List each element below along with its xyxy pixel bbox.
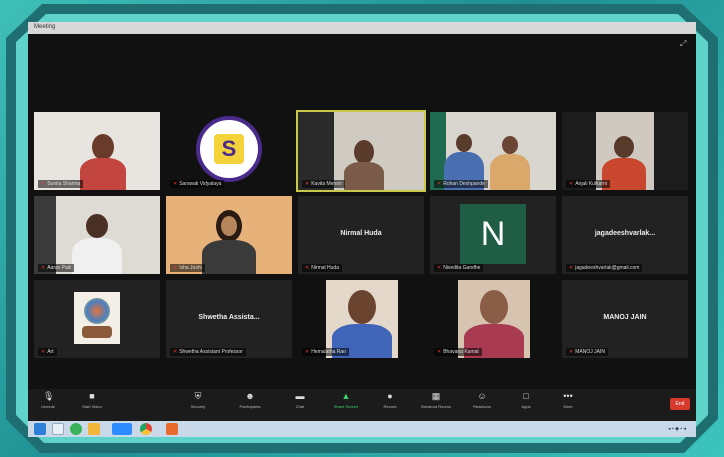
- participant-name: ✕ Hemalatha Rao: [302, 348, 349, 356]
- grid-icon: ▦: [431, 391, 441, 401]
- participants-icon: ☻: [245, 391, 255, 401]
- breakout-rooms-button[interactable]: ▦ Breakout Rooms: [416, 391, 456, 410]
- search-icon[interactable]: [52, 423, 64, 435]
- mic-muted-icon: ✕: [173, 265, 178, 271]
- participant-name: ✕ Anjali Kulkarni: [566, 180, 610, 188]
- mic-muted-icon: ✕: [305, 265, 310, 271]
- mic-muted-icon: ✕: [305, 349, 310, 355]
- system-tray[interactable]: ◂ ▪ ◆ ▪ ◂: [668, 426, 686, 432]
- participant-name: ✕ Nirmal Huda: [302, 264, 342, 272]
- participant-tile[interactable]: N ✕ Nivedita Gandhe: [430, 196, 556, 274]
- mic-muted-icon: ✕: [569, 265, 574, 271]
- office-app-icon[interactable]: [166, 423, 178, 435]
- participant-tile[interactable]: ✕ Aarav Patil: [34, 196, 160, 274]
- mic-icon: 🎙: [43, 391, 55, 401]
- share-icon: ▲: [341, 391, 351, 401]
- participant-name: ✕ Isha Joshi: [170, 264, 205, 272]
- end-meeting-button[interactable]: End: [670, 398, 690, 410]
- mic-muted-icon: ✕: [173, 349, 178, 355]
- letter-avatar: N: [460, 204, 526, 264]
- mic-muted-icon: ✕: [41, 265, 46, 271]
- participant-name: ✕ jagadeeshvarlak@gmail.com: [566, 264, 643, 272]
- meeting-toolbar: 🎙 Unmute ■ Start Video ⛨ Security ☻ Part…: [28, 389, 696, 421]
- participant-tile[interactable]: ✕ Anjali Kulkarni: [562, 112, 688, 190]
- video-icon: ■: [89, 391, 95, 401]
- participant-name: ✕ Kavita Menon: [302, 180, 345, 188]
- participant-name: ✕ MANOJ JAIN: [566, 348, 608, 356]
- more-icon: •••: [563, 391, 573, 401]
- participant-name: ✕ Bhavana Kamat: [434, 348, 482, 356]
- apps-icon: □: [523, 391, 529, 401]
- file-explorer-icon[interactable]: [88, 423, 100, 435]
- participant-tile[interactable]: ✕ Rohan Deshpande: [430, 112, 556, 190]
- profile-art-image: [74, 292, 120, 344]
- school-logo-icon: S: [196, 116, 262, 182]
- participant-tile[interactable]: Nirmal Huda ✕ Nirmal Huda: [298, 196, 424, 274]
- mic-muted-icon: ✕: [305, 181, 310, 187]
- participant-tile[interactable]: ✕ Sunita Sharma: [34, 112, 160, 190]
- participant-name: ✕ Rohan Deshpande: [434, 180, 488, 188]
- mic-muted-icon: ✕: [173, 181, 178, 187]
- mic-muted-icon: ✕: [41, 181, 46, 187]
- participant-name: ✕ Aarav Patil: [38, 264, 75, 272]
- participant-tile[interactable]: ✕ Bhavana Kamat: [430, 280, 556, 358]
- start-video-button[interactable]: ■ Start Video: [72, 391, 112, 410]
- mic-muted-icon: ✕: [437, 181, 442, 187]
- reactions-button[interactable]: ☺ Reactions: [462, 391, 502, 410]
- participant-name: ✕ Shwetha Assistant Professor: [170, 348, 246, 356]
- participant-name: ✕ Art: [38, 348, 57, 356]
- browser-icon[interactable]: [70, 423, 82, 435]
- zoom-app-icon[interactable]: [112, 423, 132, 435]
- expand-icon[interactable]: ⤢: [680, 40, 688, 48]
- gallery-view: ⤢ ✕ Sunita Sharma S ✕ Sarswati Vidyalaya ✕…: [28, 34, 696, 389]
- participants-button[interactable]: ☻ Participants: [230, 391, 270, 410]
- participant-display-name: MANOJ JAIN: [603, 314, 647, 321]
- mic-muted-icon: ✕: [437, 349, 442, 355]
- apps-button[interactable]: □ Apps: [506, 391, 546, 410]
- participant-name: ✕ Sarswati Vidyalaya: [170, 180, 225, 188]
- record-button[interactable]: ● Record: [370, 391, 410, 410]
- share-screen-button[interactable]: ▲ Share Screen: [326, 391, 366, 410]
- more-button[interactable]: ••• More: [548, 391, 588, 410]
- participant-display-name: Shwetha Assista...: [198, 314, 260, 321]
- record-icon: ●: [387, 391, 393, 401]
- mic-muted-icon: ✕: [569, 349, 574, 355]
- window-title: Meeting: [34, 24, 56, 30]
- zoom-screen: Meeting ⤢ ✕ Sunita Sharma S ✕ Sarswati Vid…: [28, 22, 696, 437]
- mic-muted-icon: ✕: [41, 349, 46, 355]
- mic-muted-icon: ✕: [437, 265, 442, 271]
- participant-tile[interactable]: S ✕ Sarswati Vidyalaya: [166, 112, 292, 190]
- chrome-icon[interactable]: [140, 423, 152, 435]
- participant-tile[interactable]: ✕ Art: [34, 280, 160, 358]
- participant-name: ✕ Nivedita Gandhe: [434, 264, 484, 272]
- participant-display-name: Nirmal Huda: [340, 230, 382, 237]
- participant-tile[interactable]: ✕ Isha Joshi: [166, 196, 292, 274]
- start-menu-icon[interactable]: [34, 423, 46, 435]
- unmute-button[interactable]: 🎙 Unmute: [28, 391, 68, 410]
- chat-button[interactable]: ▬ Chat: [280, 391, 320, 410]
- participant-name: ✕ Sunita Sharma: [38, 180, 84, 188]
- chat-icon: ▬: [295, 391, 305, 401]
- smile-icon: ☺: [477, 391, 487, 401]
- security-button[interactable]: ⛨ Security: [178, 391, 218, 410]
- os-taskbar: ◂ ▪ ◆ ▪ ◂: [28, 421, 696, 437]
- participant-tile[interactable]: jagadeeshvarlak... ✕ jagadeeshvarlak@gmai…: [562, 196, 688, 274]
- mic-muted-icon: ✕: [569, 181, 574, 187]
- window-titlebar: Meeting: [28, 22, 696, 34]
- participant-display-name: jagadeeshvarlak...: [594, 230, 656, 237]
- shield-icon: ⛨: [194, 391, 202, 401]
- participant-tile[interactable]: ✕ Hemalatha Rao: [298, 280, 424, 358]
- participant-tile[interactable]: MANOJ JAIN ✕ MANOJ JAIN: [562, 280, 688, 358]
- participant-tile[interactable]: Shwetha Assista... ✕ Shwetha Assistant Pr…: [166, 280, 292, 358]
- participant-tile[interactable]: ✕ Kavita Menon: [296, 110, 426, 192]
